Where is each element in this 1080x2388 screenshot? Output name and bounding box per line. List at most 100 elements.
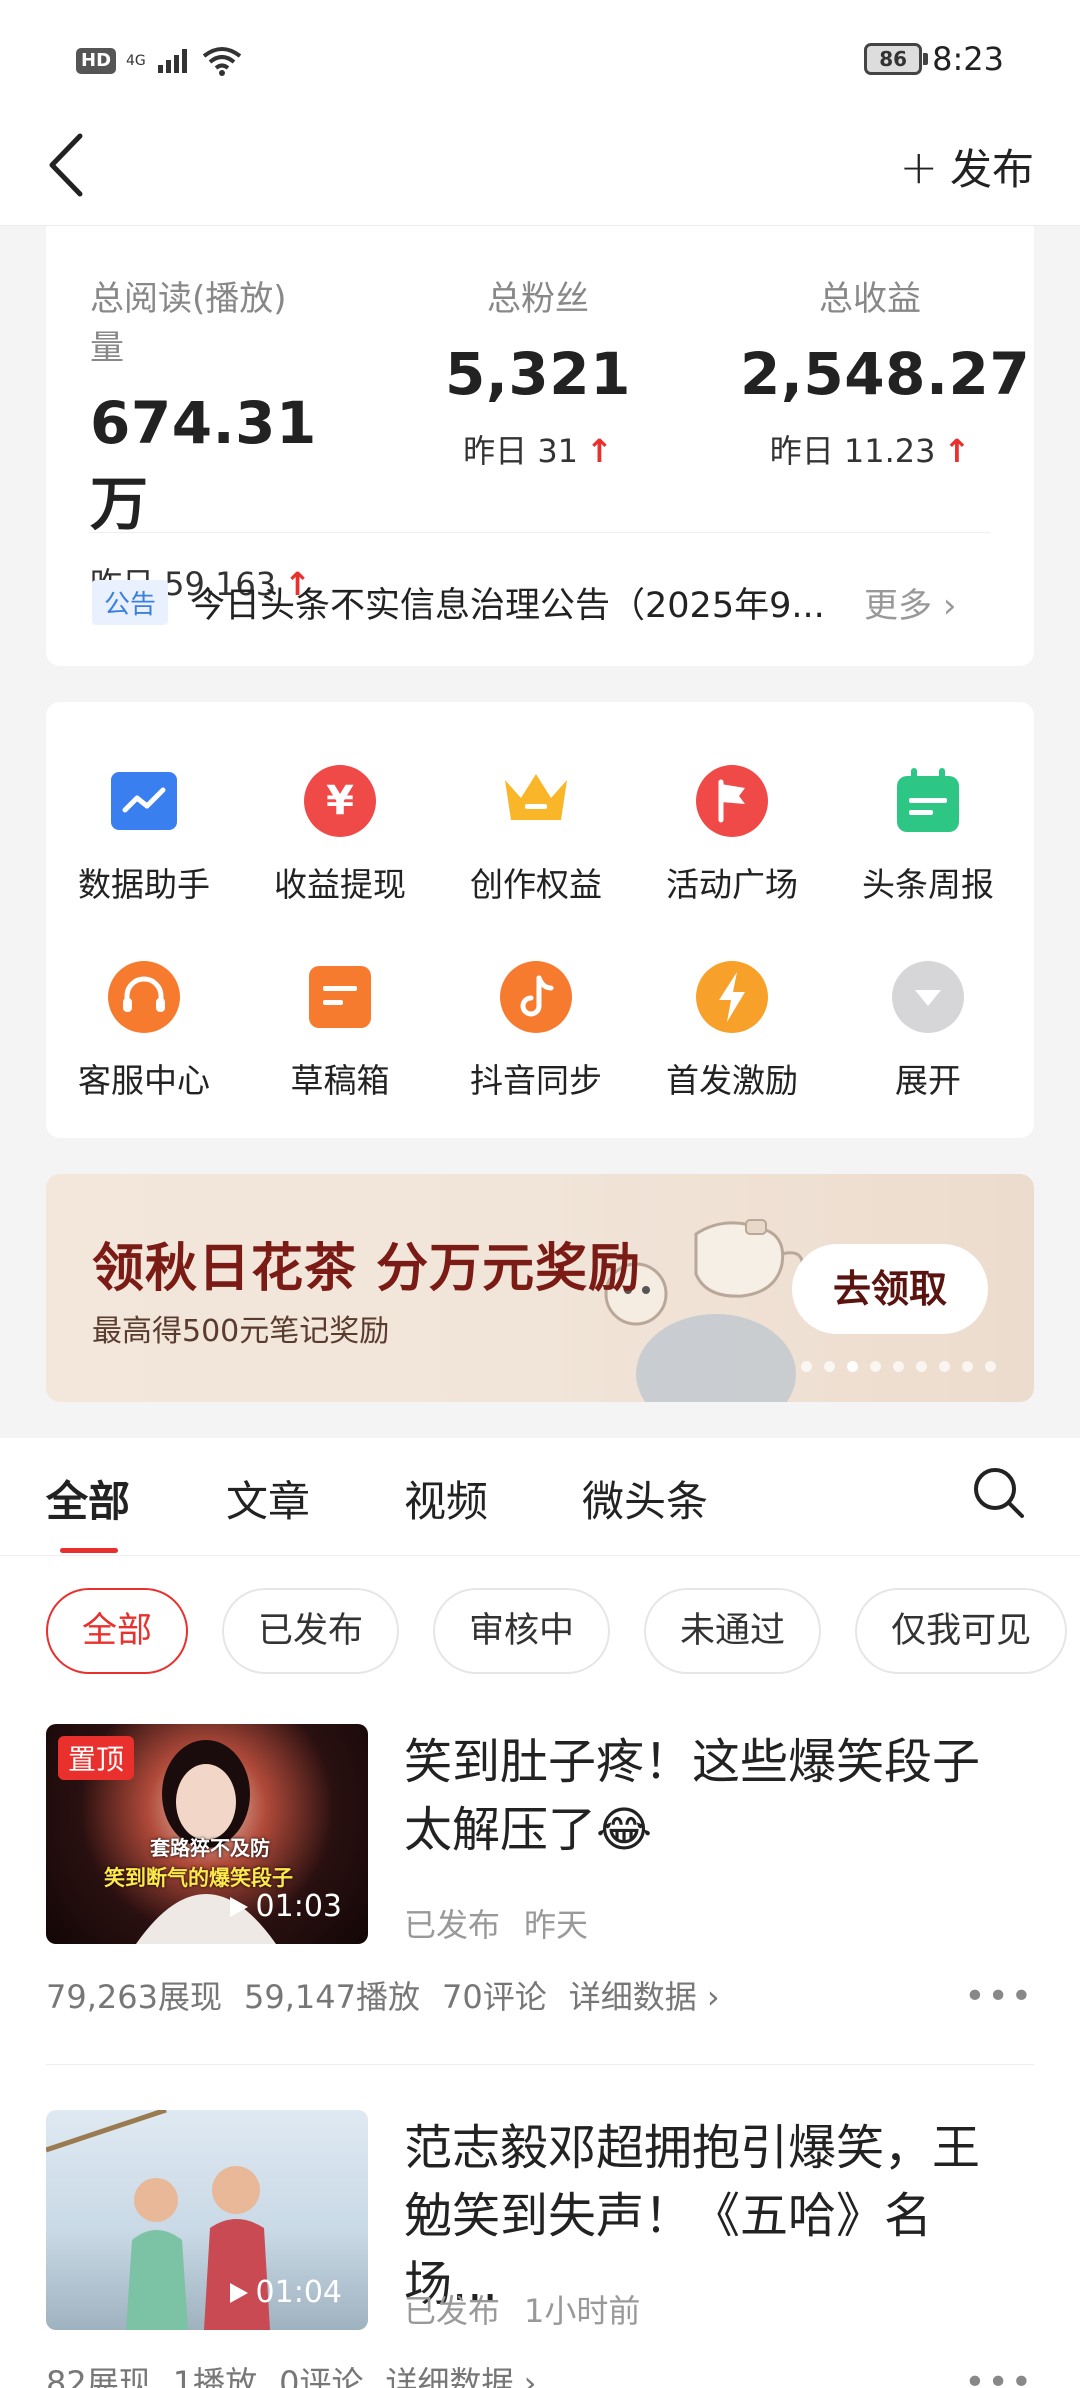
play-icon	[229, 1896, 248, 1917]
yuan-icon: ¥	[303, 764, 377, 838]
back-button[interactable]	[46, 130, 96, 200]
chart-icon	[107, 764, 181, 838]
carousel-indicator	[801, 1361, 996, 1372]
more-options-icon[interactable]: •••	[964, 1976, 1034, 2017]
carousel-dot	[801, 1361, 812, 1372]
stat-yesterday: 昨日 31 ↑	[463, 432, 613, 470]
arrow-up-icon: ↑	[586, 432, 613, 470]
network-type: 4G	[126, 53, 146, 69]
item-time: 昨天	[524, 1906, 589, 1944]
notice-bar[interactable]: 公告 今日头条不实信息治理公告（2025年9... 更多 ›	[92, 572, 990, 632]
filter-all[interactable]: 全部	[46, 1588, 189, 1674]
tab-micro-posts[interactable]: 微头条	[582, 1468, 708, 1529]
list-item[interactable]: 01:04 范志毅邓超拥抱引爆笑，王勉笑到失声！《五哈》名场... 已发布 1小时…	[46, 2110, 1034, 2388]
flag-icon	[695, 764, 769, 838]
top-bar: HD 4G 86 8:23 + 发布	[0, 0, 1080, 226]
content-tabs: 全部 文章 视频 微头条	[0, 1438, 1080, 1556]
item-comments: 0评论	[279, 2364, 364, 2388]
carousel-dot	[893, 1361, 904, 1372]
carousel-dot	[824, 1361, 835, 1372]
tool-label: 活动广场	[666, 865, 798, 904]
headset-icon	[107, 960, 181, 1034]
carousel-dot	[962, 1361, 973, 1372]
tool-data-assistant[interactable]: 数据助手	[46, 764, 242, 906]
thumbnail-caption: 笑到断气的爆笑段子	[104, 1866, 293, 1890]
detail-data-link[interactable]: 详细数据 ›	[385, 2364, 536, 2388]
tool-douyin-sync[interactable]: 抖音同步	[438, 960, 634, 1102]
tool-drafts[interactable]: 草稿箱	[242, 960, 438, 1102]
pinned-badge: 置顶	[58, 1736, 135, 1780]
stat-total-income[interactable]: 总收益 2,548.27 昨日 11.23 ↑	[740, 271, 1031, 472]
draft-icon	[303, 960, 377, 1034]
tool-label: 创作权益	[470, 865, 602, 904]
battery-icon: 86	[864, 43, 929, 75]
status-bar: HD 4G 86 8:23	[0, 0, 1080, 130]
signal-icon	[157, 49, 187, 73]
status-filters: 全部 已发布 审核中 未通过 仅我可见	[46, 1588, 1068, 1674]
tool-label: 收益提现	[274, 865, 406, 904]
tab-articles[interactable]: 文章	[226, 1468, 310, 1529]
tool-customer-service[interactable]: 客服中心	[46, 960, 242, 1102]
search-button[interactable]	[972, 1466, 1026, 1524]
more-options-icon[interactable]: •••	[964, 2362, 1034, 2388]
promo-banner[interactable]: 领秋日花茶 分万元奖励 最高得500元笔记奖励 去领取	[46, 1174, 1034, 1402]
item-comments: 70评论	[441, 1978, 547, 2016]
video-thumbnail[interactable]: 置顶 套路猝不及防 笑到断气的爆笑段子 01:03	[46, 1724, 368, 1944]
stat-value: 674.31万	[90, 389, 317, 538]
stat-label: 总阅读(播放)量	[90, 279, 287, 368]
stat-total-fans[interactable]: 总粉丝 5,321 昨日 31 ↑	[430, 271, 646, 472]
wifi-icon	[202, 47, 242, 76]
item-stats: 79,263展现 59,147播放 70评论 详细数据 ›	[46, 1972, 720, 2018]
stat-total-reads[interactable]: 总阅读(播放)量 674.31万 昨日 59,163 ↑	[90, 271, 320, 605]
item-impressions: 82展现	[46, 2364, 151, 2388]
detail-data-link[interactable]: 详细数据 ›	[569, 1978, 720, 2016]
stat-yesterday: 昨日 11.23 ↑	[769, 432, 971, 470]
item-status: 已发布	[404, 1906, 501, 1944]
stat-value: 2,548.27	[740, 340, 1031, 408]
filter-private[interactable]: 仅我可见	[855, 1588, 1068, 1674]
publish-button[interactable]: + 发布	[899, 136, 1034, 197]
active-tab-indicator	[60, 1548, 118, 1553]
tool-first-release-incentive[interactable]: 首发激励	[634, 960, 830, 1102]
item-title[interactable]: 笑到肚子疼！这些爆笑段子太解压了😂	[404, 1728, 1014, 1864]
tool-label: 草稿箱	[290, 1061, 390, 1100]
tools-grid: 数据助手 ¥ 收益提现 创作权益 活动广场 头条周报 客服中心 草稿箱 抖音同步…	[46, 702, 1034, 1138]
tool-creator-rights[interactable]: 创作权益	[438, 764, 634, 906]
tool-label: 客服中心	[78, 1061, 210, 1100]
filter-published[interactable]: 已发布	[222, 1588, 400, 1674]
item-meta: 已发布 1小时前	[404, 2286, 640, 2332]
notice-tag: 公告	[92, 579, 169, 625]
tool-income-withdraw[interactable]: ¥ 收益提现	[242, 764, 438, 906]
item-impressions: 79,263展现	[46, 1978, 222, 2016]
notice-text: 今日头条不实信息治理公告（2025年9...	[190, 585, 825, 626]
carousel-dot	[939, 1361, 950, 1372]
tab-all[interactable]: 全部	[46, 1468, 130, 1529]
item-plays: 59,147播放	[243, 1978, 420, 2016]
play-icon	[229, 2282, 248, 2303]
video-duration: 01:04	[228, 2275, 342, 2310]
filter-reviewing[interactable]: 审核中	[433, 1588, 611, 1674]
tool-weekly-report[interactable]: 头条周报	[830, 764, 1026, 906]
notice-more-link[interactable]: 更多 ›	[864, 578, 956, 627]
tool-expand[interactable]: 展开	[830, 960, 1026, 1102]
plus-icon: +	[899, 139, 938, 194]
tool-activity-square[interactable]: 活动广场	[634, 764, 830, 906]
crown-icon	[499, 764, 573, 838]
filter-rejected[interactable]: 未通过	[644, 1588, 822, 1674]
carousel-dot-active	[847, 1361, 858, 1372]
video-thumbnail[interactable]: 01:04	[46, 2110, 368, 2330]
hd-badge: HD	[76, 48, 117, 74]
content-section: 全部 文章 视频 微头条 全部 已发布 审核中 未通过 仅我可见 置顶 套路猝不…	[0, 1438, 1080, 2388]
item-plays: 1播放	[172, 2364, 258, 2388]
carousel-dot	[870, 1361, 881, 1372]
tool-label: 头条周报	[862, 865, 994, 904]
stat-value: 5,321	[445, 340, 631, 408]
svg-text:¥: ¥	[326, 778, 354, 824]
nav-bar: + 发布	[0, 130, 1080, 226]
list-item[interactable]: 置顶 套路猝不及防 笑到断气的爆笑段子 01:03 笑到肚子疼！这些爆笑段子太解…	[46, 1724, 1034, 2024]
stat-label: 总粉丝	[487, 279, 589, 319]
battery-level: 86	[879, 47, 908, 71]
clock: 8:23	[932, 40, 1004, 78]
tab-videos[interactable]: 视频	[404, 1468, 488, 1529]
claim-button[interactable]: 去领取	[792, 1244, 988, 1334]
